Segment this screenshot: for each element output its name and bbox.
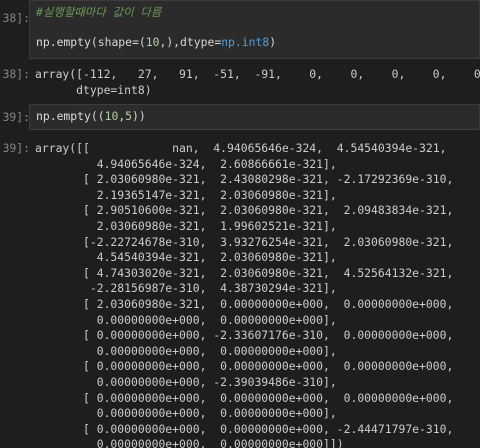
output-line: 0.00000000e+000, 0.00000000e+000]]) [35, 437, 344, 448]
output-line: [ 2.90510600e-321, 2.03060980e-321, 2.09… [35, 203, 454, 218]
cell-output: array([[ nan, 4.94065646e-324, 4.5454039… [35, 141, 480, 448]
output-line: array([-112, 27, 91, -51, -91, 0, 0, 0, … [35, 67, 480, 81]
output-line: array([[ nan, 4.94065646e-324, 4.5454039… [35, 141, 447, 155]
output-line: [-2.22724678e-310, 3.93276254e-321, 2.03… [35, 234, 454, 249]
code-token: ) [269, 35, 277, 49]
output-line: [ 2.03060980e-321, 2.43080298e-321, -2.1… [35, 172, 454, 187]
code-line: #실행할때마다 값이 다름 [36, 5, 473, 20]
code-token: (( [90, 109, 105, 123]
output-line: 4.94065646e-324, 2.60866661e-321], [35, 156, 337, 171]
output-line: 2.19365147e-321, 2.03060980e-321], [35, 187, 337, 202]
output-line: dtype=int8) [35, 82, 152, 97]
output-line: [ 0.00000000e+000, 0.00000000e+000, 0.00… [35, 390, 454, 405]
code-function: np.empty [36, 35, 91, 49]
code-number: 5 [125, 109, 133, 123]
output-line: 0.00000000e+000, 0.00000000e+000], [35, 343, 337, 358]
code-function: np.empty [36, 109, 91, 123]
code-number: 10 [145, 35, 160, 49]
output-line: -2.28156987e-310, 4.38730294e-321], [35, 281, 337, 296]
output-line: 0.00000000e+000, -2.39039486e-310], [35, 374, 337, 389]
code-cell-input[interactable]: np.empty((10,5)) [29, 104, 480, 130]
output-line: [ 2.03060980e-321, 0.00000000e+000, 0.00… [35, 296, 454, 311]
output-line: 2.03060980e-321, 1.99602521e-321], [35, 218, 337, 233]
notebook: 38]: #실행할때마다 값이 다름 np.empty(shape=(10,),… [0, 0, 480, 448]
output-line: 4.54540394e-321, 2.03060980e-321], [35, 250, 337, 265]
output-prompt: 39]: [2, 141, 30, 155]
output-line: [ 0.00000000e+000, -2.33607176e-310, 0.0… [35, 328, 454, 343]
output-line: [ 0.00000000e+000, 0.00000000e+000, 0.00… [35, 359, 454, 374]
code-token: ,),dtype= [159, 35, 222, 49]
output-line: 0.00000000e+000, 0.00000000e+000], [35, 312, 337, 327]
code-token: (shape=( [90, 35, 146, 49]
code-comment: #실행할때마다 값이 다름 [36, 5, 162, 19]
code-number: 10 [104, 109, 119, 123]
code-dtype: np.int8 [221, 35, 270, 49]
code-cell-input[interactable]: #실행할때마다 값이 다름 np.empty(shape=(10,),dtype… [29, 0, 480, 59]
output-line: [ 0.00000000e+000, 0.00000000e+000, -2.4… [35, 421, 454, 436]
input-prompt: 38]: [2, 11, 30, 25]
code-token: )) [132, 109, 146, 123]
output-line: 0.00000000e+000, 0.00000000e+000], [35, 406, 337, 421]
input-prompt: 39]: [2, 110, 30, 124]
output-line: [ 4.74303020e-321, 2.03060980e-321, 4.52… [35, 265, 454, 280]
output-prompt: 38]: [2, 67, 30, 81]
code-line: np.empty(shape=(10,),dtype=np.int8) [36, 35, 473, 50]
cell-output: array([-112, 27, 91, -51, -91, 0, 0, 0, … [35, 67, 480, 98]
code-line: np.empty((10,5)) [36, 109, 473, 124]
